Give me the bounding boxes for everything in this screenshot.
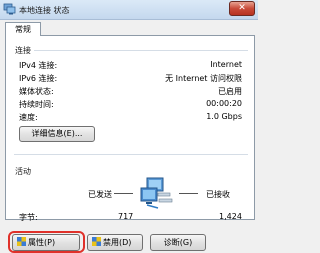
ipv4-value: Internet (210, 60, 242, 69)
ipv4-label: IPv4 连接: (19, 61, 58, 70)
sent-label: 已发送 (88, 190, 112, 199)
network-icon (3, 3, 16, 15)
section-divider (14, 154, 248, 155)
sent-bytes: 717 (118, 212, 134, 221)
close-button[interactable]: ✕ (229, 1, 255, 16)
connection-heading: 连接 (15, 46, 31, 55)
media-state-value: 已启用 (218, 87, 242, 96)
ipv6-label: IPv6 连接: (19, 74, 58, 83)
details-button[interactable]: 详细信息(E)... (19, 126, 95, 142)
disable-label: 禁用(D) (103, 238, 132, 247)
diagnose-button[interactable]: 诊断(G) (150, 234, 206, 251)
sent-line (114, 193, 133, 194)
network-activity-icon (140, 177, 173, 209)
received-bytes: 1,424 (219, 212, 242, 221)
activity-heading: 活动 (15, 167, 31, 176)
received-label: 已接收 (206, 190, 230, 199)
ipv6-value: 无 Internet 访问权限 (165, 74, 242, 83)
bytes-label: 字节: (19, 213, 38, 222)
connection-divider (34, 50, 248, 51)
window-title: 本地连接 状态 (19, 6, 70, 15)
properties-highlight (8, 231, 85, 253)
duration-value: 00:00:20 (206, 99, 242, 108)
general-panel: 连接 IPv4 连接: Internet IPv6 连接: 无 Internet… (5, 35, 255, 222)
speed-value: 1.0 Gbps (206, 112, 242, 121)
tab-general[interactable]: 常规 (5, 22, 41, 36)
speed-label: 速度: (19, 113, 38, 122)
shield-icon (92, 237, 101, 246)
disable-button[interactable]: 禁用(D) (87, 234, 143, 251)
duration-label: 持续时间: (19, 100, 54, 109)
media-state-label: 媒体状态: (19, 87, 54, 96)
close-icon: ✕ (238, 3, 246, 13)
received-line (179, 193, 198, 194)
title-bar: 本地连接 状态 ✕ (0, 0, 258, 20)
